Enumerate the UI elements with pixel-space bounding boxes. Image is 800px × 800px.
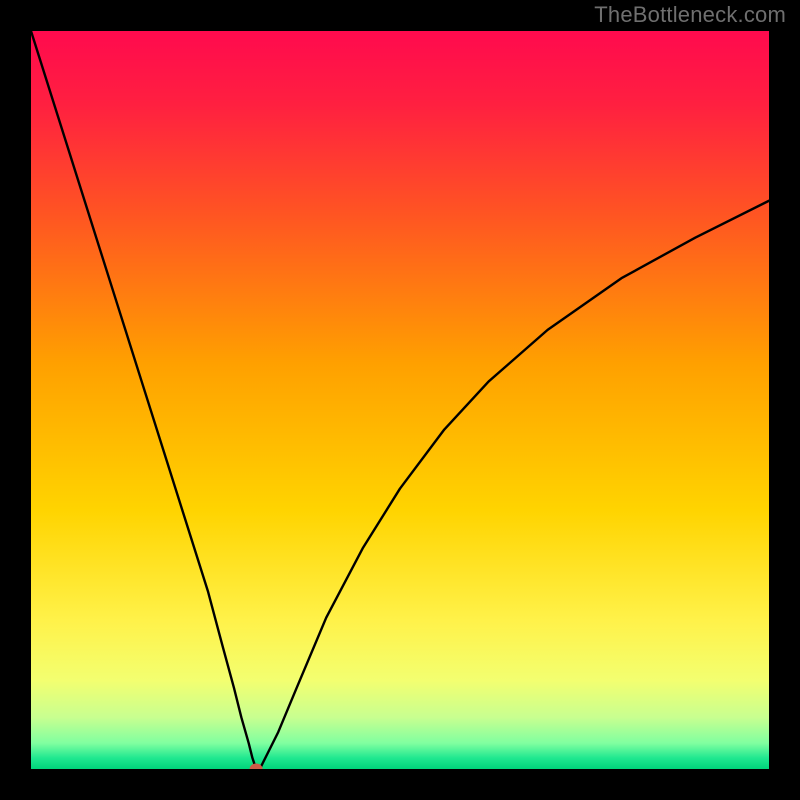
gradient-background — [31, 31, 769, 769]
plot-area — [31, 31, 769, 769]
watermark-text: TheBottleneck.com — [594, 2, 786, 28]
bottleneck-chart — [31, 31, 769, 769]
chart-frame: TheBottleneck.com — [0, 0, 800, 800]
